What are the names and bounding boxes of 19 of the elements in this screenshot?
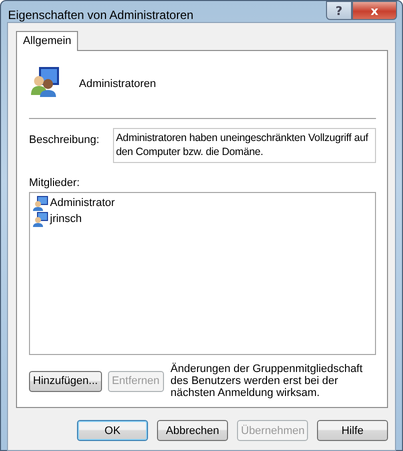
member-name[interactable]: Administrator: [50, 196, 115, 209]
cancel-button[interactable]: Abbrechen: [157, 420, 228, 441]
user-group-icon: [29, 64, 61, 97]
members-list[interactable]: Administrator jrinsch: [29, 192, 376, 355]
add-button[interactable]: Hinzufügen...: [29, 370, 102, 392]
ok-button[interactable]: OK: [77, 420, 148, 441]
field-label: Beschreibung:: [29, 134, 100, 146]
field-label: Mitglieder:: [29, 176, 81, 189]
description-field[interactable]: Administratoren haben uneingeschränkten Vollzugriff auf den Computer bzw. die Domäne.: [113, 128, 376, 163]
help-button[interactable]: Hilfe: [317, 420, 388, 441]
user-icon: [33, 210, 49, 227]
close-button[interactable]: x: [352, 1, 397, 20]
help-button[interactable]: ?: [326, 1, 352, 20]
window-title: Eigenschaften von Administratoren: [8, 8, 194, 22]
member-name[interactable]: jrinsch: [50, 212, 82, 225]
info-text: Änderungen der Gruppenmitgliedschaft des Benutzers werden erst bei der nächsten Anmeldung wirksam.: [170, 363, 364, 399]
user-icon: [33, 194, 49, 211]
tab[interactable]: Allgemein: [16, 31, 78, 51]
group-name: Administratoren: [79, 78, 156, 90]
